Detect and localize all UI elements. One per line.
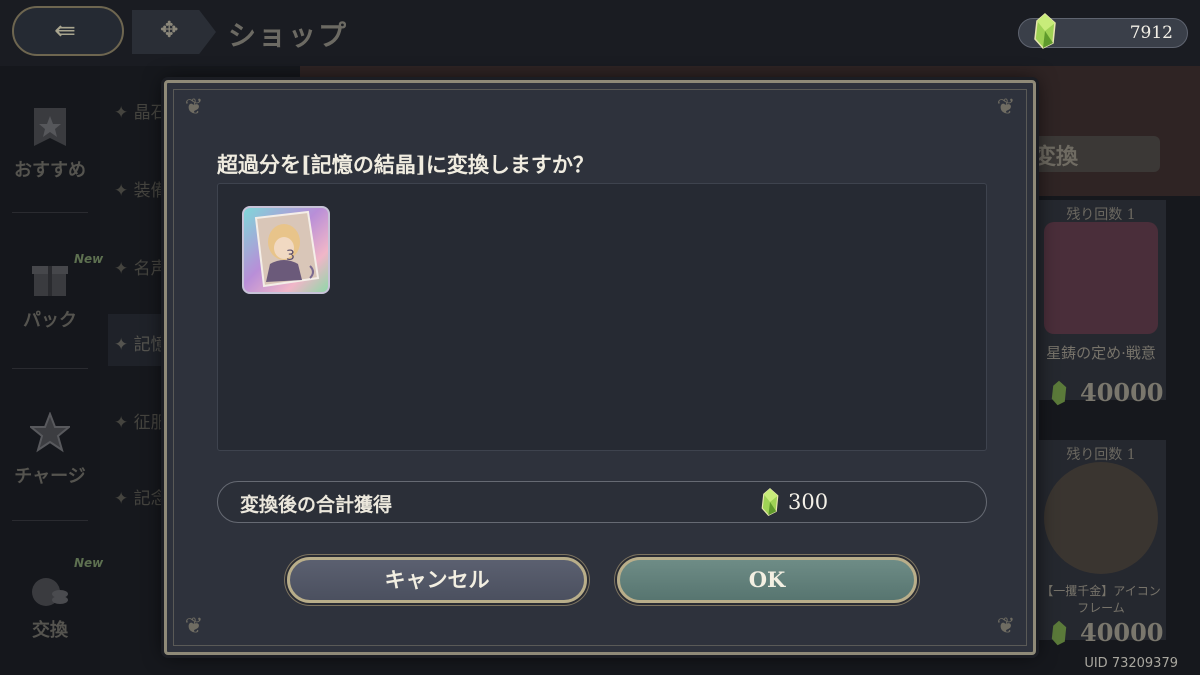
item-list: 3 (217, 183, 987, 451)
corner-ornament-icon: ❦ (184, 95, 204, 120)
sub-nav-item[interactable]: ✦ 装備 (114, 176, 168, 201)
total-label: 変換後の合計獲得 (240, 494, 393, 516)
sub-nav-item[interactable]: ✦ 記念 (114, 484, 168, 509)
shop-card[interactable]: 残り回数 1 星鋳の定め·戦意 40000 (1036, 200, 1166, 407)
sub-nav-item[interactable]: ✦ 征服 (114, 408, 168, 433)
coin-bag-icon (32, 578, 68, 606)
nav-item-exchange[interactable]: 交換 (0, 566, 100, 642)
shop-card[interactable]: 残り回数 1 【一攫千金】アイコンフレーム 40000 (1036, 440, 1166, 647)
currency-value: 7912 (1129, 23, 1173, 43)
item-name: 【一攫千金】アイコンフレーム (1041, 584, 1161, 615)
uid-label: UID 73209379 (1084, 656, 1178, 671)
sub-nav-label: 名声 (133, 259, 168, 279)
nav-label: おすすめ (14, 160, 86, 181)
gem-icon (761, 488, 779, 516)
back-arrow-icon: ⇚ (54, 16, 76, 46)
home-button[interactable]: ✥ (132, 10, 216, 54)
dialog-title: 超過分を[記憶の結晶]に変換しますか？ (217, 152, 594, 177)
item-name: 星鋳の定め·戦意 (1046, 344, 1156, 362)
item-thumbnail (1044, 462, 1158, 574)
convert-label: 変換 (1034, 144, 1079, 170)
sub-nav-label: 装備 (133, 181, 168, 201)
sub-nav-label: 晶石 (133, 103, 168, 123)
divider (12, 212, 88, 213)
nav-label: チャージ (14, 466, 86, 487)
cancel-button[interactable]: キャンセル (287, 557, 587, 603)
convert-button[interactable]: 変換 (1020, 136, 1160, 172)
star-badge-icon (30, 412, 70, 453)
sub-nav-item-active[interactable]: ✦ 記憶 (114, 330, 168, 355)
nav-label: 交換 (32, 620, 68, 641)
corner-ornament-icon: ❦ (996, 95, 1016, 120)
divider (12, 520, 88, 521)
total-gain-bar: 変換後の合計獲得 300 (217, 481, 987, 523)
page-title: ショップ (228, 19, 349, 52)
corner-ornament-icon: ❦ (996, 614, 1016, 639)
remaining-count: 残り回数 1 (1066, 207, 1136, 223)
new-badge: New (74, 252, 104, 266)
gem-icon (1034, 13, 1056, 49)
nav-item-pack[interactable]: パック (0, 256, 100, 332)
sub-nav-label: 記念 (133, 489, 168, 509)
gift-box-icon (32, 266, 68, 296)
gem-icon (1051, 620, 1067, 646)
item-count: 3 (286, 248, 295, 264)
gem-icon (1051, 380, 1067, 406)
nav-label: パック (23, 310, 77, 331)
home-icon: ✥ (160, 18, 179, 43)
remaining-count: 残り回数 1 (1066, 447, 1136, 463)
nav-item-charge[interactable]: チャージ (0, 412, 100, 488)
back-button[interactable]: ⇚ (12, 6, 124, 56)
sub-nav-label: 記憶 (133, 335, 168, 355)
ok-button[interactable]: OK (617, 557, 917, 603)
nav-item-recommended[interactable]: おすすめ (0, 106, 100, 182)
currency-display: 7912 (1018, 13, 1188, 49)
item-price: 40000 (1080, 618, 1164, 647)
sub-nav-label: 征服 (133, 413, 168, 433)
total-value: 300 (788, 490, 829, 514)
left-nav: おすすめ パック New チャージ 交換 New (0, 66, 104, 675)
divider (12, 368, 88, 369)
sub-nav-item[interactable]: ✦ 晶石 (114, 98, 168, 123)
star-banner-icon (34, 108, 66, 146)
item-thumbnail (1044, 222, 1158, 334)
new-badge: New (74, 556, 104, 570)
convert-dialog: ❦ ❦ ❦ ❦ 超過分を[記憶の結晶]に変換しますか？ 3 変換後の合計獲得 3… (164, 80, 1036, 655)
item-price: 40000 (1080, 378, 1164, 407)
corner-ornament-icon: ❦ (184, 614, 204, 639)
sub-nav-item[interactable]: ✦ 名声 (114, 254, 168, 279)
